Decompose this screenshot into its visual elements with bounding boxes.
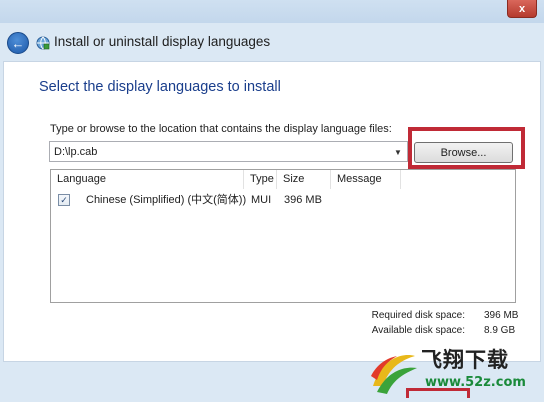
back-arrow-icon: ← <box>11 35 25 51</box>
header-nav: ← Install or uninstall display languages <box>0 23 544 61</box>
close-button[interactable]: x <box>507 0 537 18</box>
language-checkbox[interactable]: ✓ <box>58 194 70 206</box>
title-bar: x <box>0 0 544 23</box>
required-space-value: 396 MB <box>484 310 519 321</box>
path-label: Type or browse to the location that cont… <box>50 123 392 135</box>
content-panel: Select the display languages to install … <box>3 61 541 362</box>
chevron-down-icon[interactable]: ▼ <box>392 146 404 158</box>
table-row[interactable]: ✓ Chinese (Simplified) (中文(简体)) MUI 396 … <box>51 191 515 210</box>
page-title: Select the display languages to install <box>39 79 281 95</box>
close-icon: x <box>518 2 526 15</box>
column-header-message[interactable]: Message <box>331 170 401 189</box>
column-header-size[interactable]: Size <box>277 170 331 189</box>
browse-highlight-box <box>408 127 525 169</box>
available-space-value: 8.9 GB <box>484 325 516 336</box>
language-globe-icon <box>36 36 50 50</box>
column-header-language[interactable]: Language <box>51 170 244 189</box>
available-space-label: Available disk space: <box>371 325 465 336</box>
site-watermark: 飞翔下载 www.52z.com <box>367 342 537 400</box>
path-combobox[interactable] <box>49 141 408 162</box>
back-button[interactable]: ← <box>7 32 29 54</box>
page-header-title: Install or uninstall display languages <box>54 34 271 49</box>
cell-size: 396 MB <box>284 194 322 206</box>
required-space-label: Required disk space: <box>371 310 465 321</box>
cell-type: MUI <box>251 194 272 206</box>
watermark-url: www.52z.com <box>425 375 526 390</box>
watermark-brand: 飞翔下载 <box>421 348 509 372</box>
column-header-type[interactable]: Type <box>244 170 277 189</box>
watermark-logo-icon <box>371 355 417 394</box>
language-table: Language Type Size Message ✓ Chinese (Si… <box>50 169 516 303</box>
cell-language: Chinese (Simplified) (中文(简体)) <box>86 194 247 206</box>
